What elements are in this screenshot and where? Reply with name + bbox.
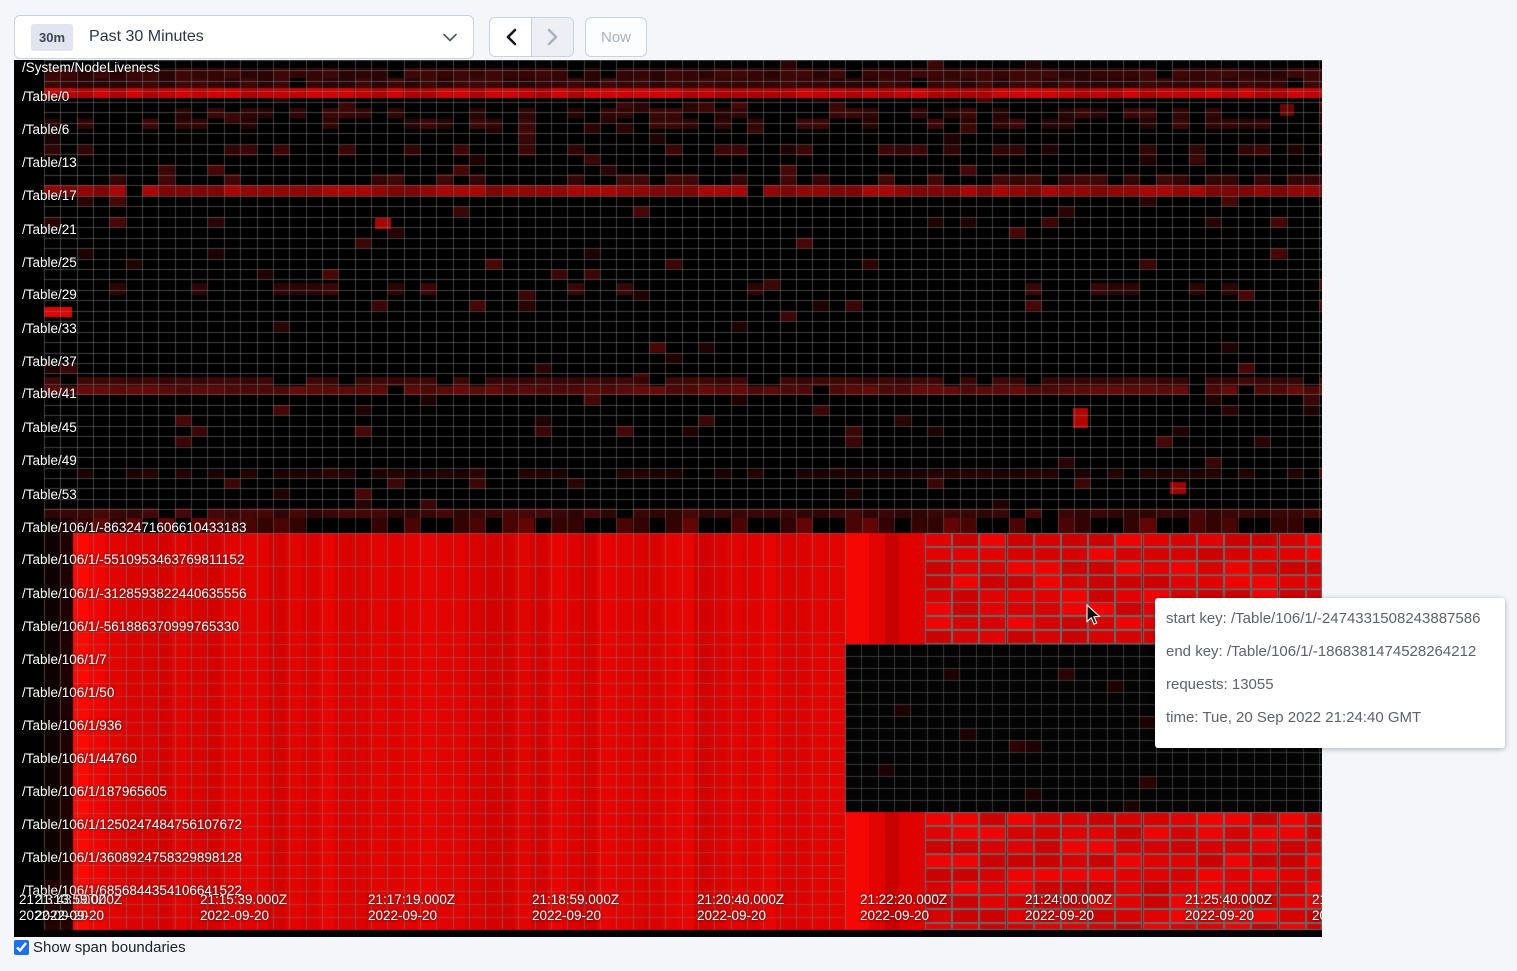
span-tooltip: start key: /Table/106/1/-247433150824388…: [1155, 598, 1505, 748]
chevron-down-icon: [443, 33, 457, 42]
show-span-boundaries-checkbox[interactable]: [14, 940, 29, 955]
time-nav-group: [489, 17, 574, 57]
tooltip-time: time: Tue, 20 Sep 2022 21:24:40 GMT: [1166, 709, 1494, 726]
tooltip-start-key: start key: /Table/106/1/-247433150824388…: [1166, 610, 1494, 627]
tooltip-end-key: end key: /Table/106/1/-18683814745282642…: [1166, 643, 1494, 660]
key-visualizer-page: 30m Past 30 Minutes Now /System/NodeLive…: [0, 0, 1517, 971]
time-range-badge: 30m: [31, 24, 73, 51]
time-range-select[interactable]: 30m Past 30 Minutes: [14, 15, 474, 59]
show-span-boundaries-label: Show span boundaries: [33, 939, 186, 956]
now-button[interactable]: Now: [585, 17, 647, 57]
key-visualizer-canvas[interactable]: [14, 60, 1322, 937]
step-forward-button[interactable]: [531, 18, 573, 56]
step-back-button[interactable]: [490, 18, 531, 56]
footer: Show span boundaries: [14, 939, 186, 956]
tooltip-requests: requests: 13055: [1166, 676, 1494, 693]
chevron-left-icon: [505, 28, 517, 46]
key-visualizer: /System/NodeLiveness/Table/0/Table/6/Tab…: [14, 60, 1322, 937]
time-range-label: Past 30 Minutes: [89, 28, 443, 46]
chevron-right-icon: [547, 28, 559, 46]
